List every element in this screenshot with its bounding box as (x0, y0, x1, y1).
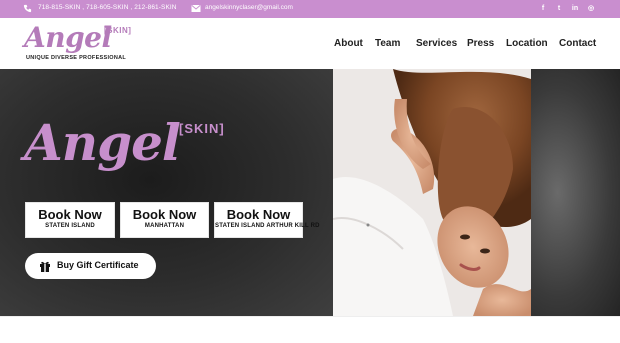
book-location-label: STATEN ISLAND (45, 223, 95, 229)
logo-tagline: UNIQUE DIVERSE PROFESSIONAL (26, 55, 127, 61)
nav-about[interactable]: About (334, 38, 363, 49)
woman-portrait-image (333, 69, 531, 316)
logo-skin: [SKIN] (104, 26, 132, 35)
phone-numbers[interactable]: 718-815-SKIN , 718-605-SKIN , 212-861-SK… (38, 4, 177, 11)
buy-gift-certificate-button[interactable]: Buy Gift Certificate (25, 253, 156, 279)
hero-photo (333, 69, 531, 316)
hero-banner: Angel [SKIN] Book Now STATEN ISLAND Book… (0, 69, 620, 316)
phone-icon (23, 4, 32, 13)
book-now-label: Book Now (226, 207, 291, 222)
hero-logo: Angel [SKIN] (24, 113, 234, 193)
linkedin-icon[interactable]: in (569, 3, 581, 15)
nav-location[interactable]: Location (506, 38, 548, 49)
mail-icon (191, 5, 201, 12)
book-now-arthur-kill-button[interactable]: Book Now STATEN ISLAND ARTHUR KILL RD (214, 202, 320, 238)
book-now-manhattan-button[interactable]: Book Now MANHATTAN (120, 202, 209, 238)
site-header: Angel [SKIN] UNIQUE DIVERSE PROFESSIONAL… (0, 18, 620, 69)
instagram-icon[interactable]: ◎ (585, 3, 597, 15)
nav-team[interactable]: Team (375, 38, 400, 49)
book-now-label: Book Now (132, 207, 197, 222)
book-location-label: STATEN ISLAND ARTHUR KILL RD (215, 223, 320, 229)
gift-certificate-label: Buy Gift Certificate (57, 260, 139, 270)
hero-logo-script: Angel (24, 113, 181, 172)
top-contact-bar: 718-815-SKIN , 718-605-SKIN , 212-861-SK… (0, 0, 620, 18)
email-link[interactable]: angelskinnyclaser@gmail.com (205, 4, 293, 11)
facebook-icon[interactable]: f (537, 3, 549, 15)
page-content-area (0, 316, 620, 343)
hero-logo-skin: [SKIN] (179, 121, 225, 136)
nav-services[interactable]: Services (416, 38, 457, 49)
twitter-icon[interactable]: t (553, 3, 565, 15)
gift-icon (40, 261, 50, 272)
book-location-label: MANHATTAN (144, 223, 185, 229)
nav-contact[interactable]: Contact (559, 38, 596, 49)
book-now-staten-island-button[interactable]: Book Now STATEN ISLAND (25, 202, 115, 238)
hero-background-right (531, 69, 620, 316)
book-now-label: Book Now (38, 207, 102, 222)
site-logo[interactable]: Angel [SKIN] UNIQUE DIVERSE PROFESSIONAL (24, 22, 154, 66)
nav-press[interactable]: Press (467, 38, 494, 49)
logo-script: Angel (24, 21, 112, 54)
